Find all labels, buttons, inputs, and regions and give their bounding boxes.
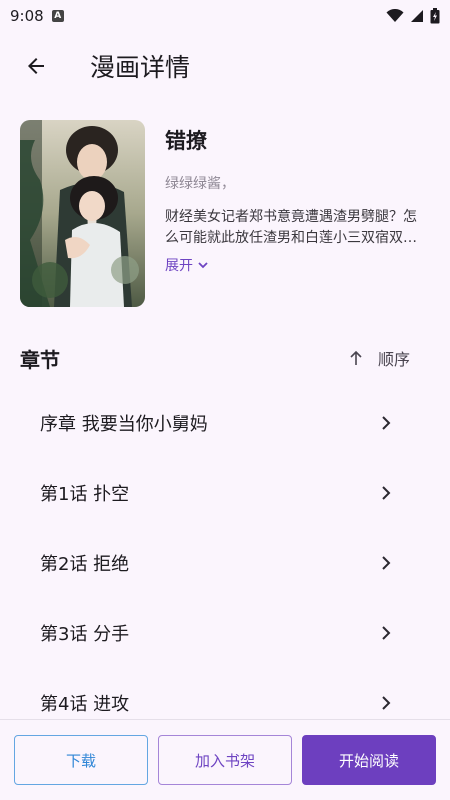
chevron-right-icon xyxy=(382,626,391,640)
arrow-left-icon xyxy=(28,58,44,74)
app-bar: 漫画详情 xyxy=(0,36,450,96)
wifi-icon xyxy=(386,9,404,22)
comic-description: 财经美女记者郑书意竟遭遇渣男劈腿？怎么可能就此放任渣男和白莲小三双宿双飞， xyxy=(165,209,417,246)
comic-info: 错撩 绿绿绿酱， 财经美女记者郑书意竟遭遇渣男劈腿？怎么可能就此放任渣男和白莲小… xyxy=(165,120,427,275)
back-button[interactable] xyxy=(12,42,60,90)
add-to-shelf-button[interactable]: 加入书架 xyxy=(158,735,292,785)
chapters-header: 章节 顺序 xyxy=(20,336,430,380)
chapter-item[interactable]: 序章 我要当你小舅妈 xyxy=(0,388,450,458)
chevron-down-icon xyxy=(198,262,208,269)
chevron-right-icon xyxy=(382,696,391,710)
download-button[interactable]: 下载 xyxy=(14,735,148,785)
comic-title: 错撩 xyxy=(165,129,207,153)
status-time: 9:08 xyxy=(10,7,44,25)
comic-author[interactable]: 绿绿绿酱， xyxy=(165,173,427,193)
expand-label: 展开 xyxy=(165,258,193,274)
bottom-action-bar: 下载 加入书架 开始阅读 xyxy=(0,719,450,800)
chapter-label: 第2话 拒绝 xyxy=(40,554,130,575)
comic-cover-image[interactable] xyxy=(20,120,145,307)
chapter-list: 序章 我要当你小舅妈 第1话 扑空 第2话 拒绝 第3话 分手 第4话 进攻 xyxy=(0,388,450,738)
comic-header: 错撩 绿绿绿酱， 财经美女记者郑书意竟遭遇渣男劈腿？怎么可能就此放任渣男和白莲小… xyxy=(20,120,430,310)
page-title: 漫画详情 xyxy=(90,53,191,82)
sort-order-button[interactable]: 顺序 xyxy=(348,346,410,370)
chevron-right-icon xyxy=(382,416,391,430)
chevron-right-icon xyxy=(382,486,391,500)
chapter-item[interactable]: 第1话 扑空 xyxy=(0,458,450,528)
chapter-label: 第4话 进攻 xyxy=(40,694,130,715)
chapter-item[interactable]: 第3话 分手 xyxy=(0,598,450,668)
chapter-label: 第1话 扑空 xyxy=(40,484,130,505)
status-bar: 9:08 A xyxy=(0,0,450,32)
chapter-label: 第3话 分手 xyxy=(40,624,130,645)
arrow-up-icon xyxy=(350,350,362,365)
status-left: 9:08 A xyxy=(10,7,64,25)
sort-label: 顺序 xyxy=(377,350,410,369)
chevron-right-icon xyxy=(382,556,391,570)
signal-icon xyxy=(411,10,423,22)
app-notification-icon: A xyxy=(51,10,64,22)
chapter-label: 序章 我要当你小舅妈 xyxy=(40,414,208,435)
status-icons xyxy=(386,8,440,24)
start-reading-button[interactable]: 开始阅读 xyxy=(302,735,436,785)
chapters-title: 章节 xyxy=(20,347,60,372)
chapter-item[interactable]: 第2话 拒绝 xyxy=(0,528,450,598)
expand-description-button[interactable]: 展开 xyxy=(165,255,209,275)
battery-icon xyxy=(430,8,440,24)
